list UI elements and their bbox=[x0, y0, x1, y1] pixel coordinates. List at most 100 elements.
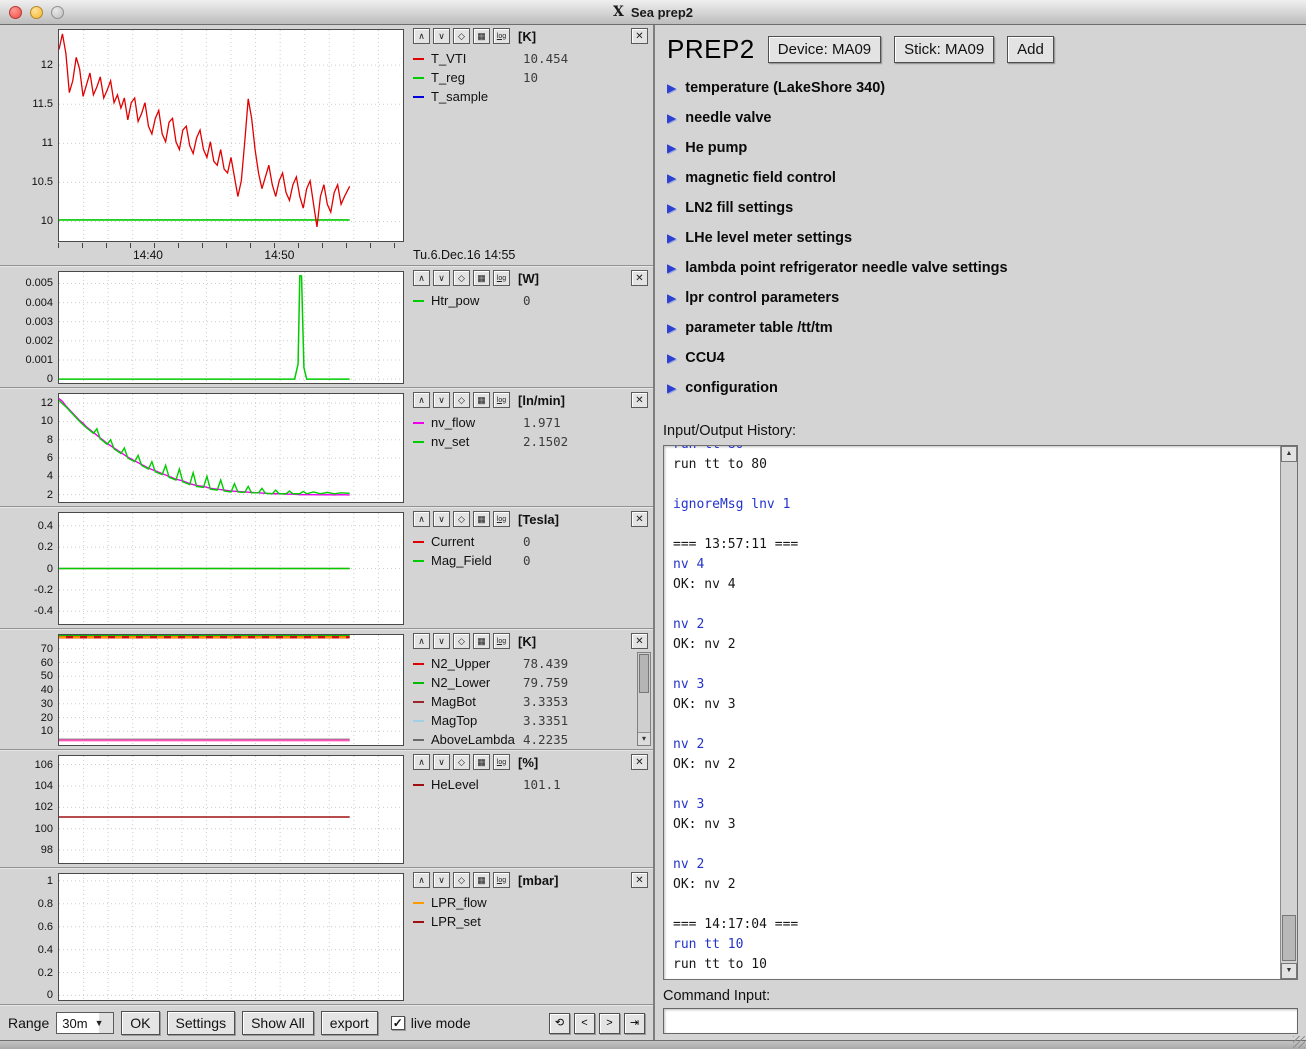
expand-triangle-icon[interactable]: ▶ bbox=[667, 202, 676, 214]
expand-triangle-icon[interactable]: ▶ bbox=[667, 112, 676, 124]
range-select[interactable]: 30m ▼ bbox=[56, 1012, 114, 1034]
scroll-down-icon[interactable]: ▼ bbox=[1281, 963, 1297, 979]
grid-button[interactable]: ▦ bbox=[473, 511, 490, 527]
history-scrollbar[interactable]: ▲ ▼ bbox=[1280, 446, 1297, 979]
legend-entry[interactable]: Htr_pow0 bbox=[413, 291, 648, 310]
expand-triangle-icon[interactable]: ▶ bbox=[667, 322, 676, 334]
add-button[interactable]: Add bbox=[1007, 36, 1054, 63]
legend-entry[interactable]: LPR_flow bbox=[413, 893, 648, 912]
log-scale-button[interactable]: log bbox=[493, 28, 510, 44]
scale-down-button[interactable]: ∨ bbox=[433, 633, 450, 649]
expand-triangle-icon[interactable]: ▶ bbox=[667, 262, 676, 274]
grid-button[interactable]: ▦ bbox=[473, 28, 490, 44]
legend-entry[interactable]: HeLevel101.1 bbox=[413, 775, 648, 794]
legend-entry[interactable]: T_VTI10.454 bbox=[413, 49, 648, 68]
grid-button[interactable]: ▦ bbox=[473, 270, 490, 286]
scroll-up-icon[interactable]: ▲ bbox=[1281, 446, 1297, 462]
tree-item-7[interactable]: ▶lambda point refrigerator needle valve … bbox=[667, 253, 1306, 283]
scale-up-button[interactable]: ∧ bbox=[413, 392, 430, 408]
log-scale-button[interactable]: log bbox=[493, 633, 510, 649]
legend-entry[interactable]: Current0 bbox=[413, 532, 648, 551]
titlebar[interactable]: X Sea prep2 bbox=[0, 0, 1306, 25]
chart-plot[interactable]: 0.40.20-0.2-0.4 bbox=[58, 512, 404, 625]
autoscale-button[interactable]: ◇ bbox=[453, 872, 470, 888]
tree-item-6[interactable]: ▶LHe level meter settings bbox=[667, 223, 1306, 253]
scale-down-button[interactable]: ∨ bbox=[433, 270, 450, 286]
grid-button[interactable]: ▦ bbox=[473, 872, 490, 888]
scale-up-button[interactable]: ∧ bbox=[413, 511, 430, 527]
minimize-window-button[interactable] bbox=[30, 6, 43, 19]
autoscale-button[interactable]: ◇ bbox=[453, 511, 470, 527]
io-history[interactable]: run tt 80run tt to 80 ignoreMsg lnv 1 ==… bbox=[663, 445, 1298, 980]
close-window-button[interactable] bbox=[9, 6, 22, 19]
close-chart-button[interactable]: ✕ bbox=[631, 754, 648, 770]
chart-plot[interactable]: 10610410210098 bbox=[58, 755, 404, 864]
autoscale-button[interactable]: ◇ bbox=[453, 270, 470, 286]
log-scale-button[interactable]: log bbox=[493, 872, 510, 888]
legend-entry[interactable]: N2_Upper78.439 bbox=[413, 654, 648, 673]
scale-down-button[interactable]: ∨ bbox=[433, 872, 450, 888]
grid-button[interactable]: ▦ bbox=[473, 754, 490, 770]
autoscale-button[interactable]: ◇ bbox=[453, 754, 470, 770]
pan-left-button[interactable]: < bbox=[574, 1013, 595, 1034]
close-chart-button[interactable]: ✕ bbox=[631, 392, 648, 408]
scale-up-button[interactable]: ∧ bbox=[413, 270, 430, 286]
expand-triangle-icon[interactable]: ▶ bbox=[667, 292, 676, 304]
tree-item-8[interactable]: ▶lpr control parameters bbox=[667, 283, 1306, 313]
scale-up-button[interactable]: ∧ bbox=[413, 633, 430, 649]
scale-down-button[interactable]: ∨ bbox=[433, 511, 450, 527]
tree-item-9[interactable]: ▶parameter table /tt/tm bbox=[667, 313, 1306, 343]
legend-entry[interactable]: MagTop3.3351 bbox=[413, 711, 648, 730]
stick-button[interactable]: Stick: MA09 bbox=[894, 36, 994, 63]
scale-up-button[interactable]: ∧ bbox=[413, 754, 430, 770]
tree-item-5[interactable]: ▶LN2 fill settings bbox=[667, 193, 1306, 223]
settings-button[interactable]: Settings bbox=[167, 1011, 236, 1035]
chart-plot[interactable]: 10.80.60.40.20 bbox=[58, 873, 404, 1001]
legend-entry[interactable]: Mag_Field0 bbox=[413, 551, 648, 570]
close-chart-button[interactable]: ✕ bbox=[631, 872, 648, 888]
tree-item-11[interactable]: ▶configuration bbox=[667, 373, 1306, 403]
pan-right-button[interactable]: > bbox=[599, 1013, 620, 1034]
tree-item-2[interactable]: ▶needle valve bbox=[667, 103, 1306, 133]
autoscale-button[interactable]: ◇ bbox=[453, 28, 470, 44]
grid-button[interactable]: ▦ bbox=[473, 392, 490, 408]
scale-down-button[interactable]: ∨ bbox=[433, 392, 450, 408]
tree-item-1[interactable]: ▶temperature (LakeShore 340) bbox=[667, 73, 1306, 103]
chart-plot[interactable]: 0.0050.0040.0030.0020.0010 bbox=[58, 271, 404, 384]
expand-triangle-icon[interactable]: ▶ bbox=[667, 172, 676, 184]
log-scale-button[interactable]: log bbox=[493, 270, 510, 286]
autoscale-button[interactable]: ◇ bbox=[453, 392, 470, 408]
expand-triangle-icon[interactable]: ▶ bbox=[667, 232, 676, 244]
tree-item-4[interactable]: ▶magnetic field control bbox=[667, 163, 1306, 193]
legend-entry[interactable]: T_reg10 bbox=[413, 68, 648, 87]
close-chart-button[interactable]: ✕ bbox=[631, 28, 648, 44]
legend-entry[interactable]: N2_Lower79.759 bbox=[413, 673, 648, 692]
scale-up-button[interactable]: ∧ bbox=[413, 28, 430, 44]
jump-to-end-button[interactable]: ⇥ bbox=[624, 1013, 645, 1034]
legend-entry[interactable]: nv_flow1.971 bbox=[413, 413, 648, 432]
show-all-button[interactable]: Show All bbox=[242, 1011, 314, 1035]
expand-triangle-icon[interactable]: ▶ bbox=[667, 142, 676, 154]
expand-triangle-icon[interactable]: ▶ bbox=[667, 352, 676, 364]
reset-zoom-button[interactable]: ⟲ bbox=[549, 1013, 570, 1034]
tree-item-3[interactable]: ▶He pump bbox=[667, 133, 1306, 163]
scale-up-button[interactable]: ∧ bbox=[413, 872, 430, 888]
command-input[interactable] bbox=[663, 1008, 1298, 1034]
chart-plot[interactable]: 70605040302010 bbox=[58, 634, 404, 746]
legend-entry[interactable]: LPR_set bbox=[413, 912, 648, 931]
chart-plot[interactable]: 12108642 bbox=[58, 393, 404, 503]
legend-scrollbar[interactable]: ▾ bbox=[637, 652, 651, 746]
log-scale-button[interactable]: log bbox=[493, 511, 510, 527]
resize-grip[interactable] bbox=[1293, 1036, 1305, 1048]
log-scale-button[interactable]: log bbox=[493, 392, 510, 408]
scale-down-button[interactable]: ∨ bbox=[433, 28, 450, 44]
scrollbar-thumb[interactable] bbox=[639, 654, 649, 693]
autoscale-button[interactable]: ◇ bbox=[453, 633, 470, 649]
expand-triangle-icon[interactable]: ▶ bbox=[667, 382, 676, 394]
scale-down-button[interactable]: ∨ bbox=[433, 754, 450, 770]
legend-entry[interactable]: nv_set2.1502 bbox=[413, 432, 648, 451]
live-mode-checkbox[interactable]: ✓ bbox=[391, 1016, 405, 1030]
scroll-down-icon[interactable]: ▾ bbox=[638, 732, 650, 745]
legend-entry[interactable]: T_sample bbox=[413, 87, 648, 106]
log-scale-button[interactable]: log bbox=[493, 754, 510, 770]
